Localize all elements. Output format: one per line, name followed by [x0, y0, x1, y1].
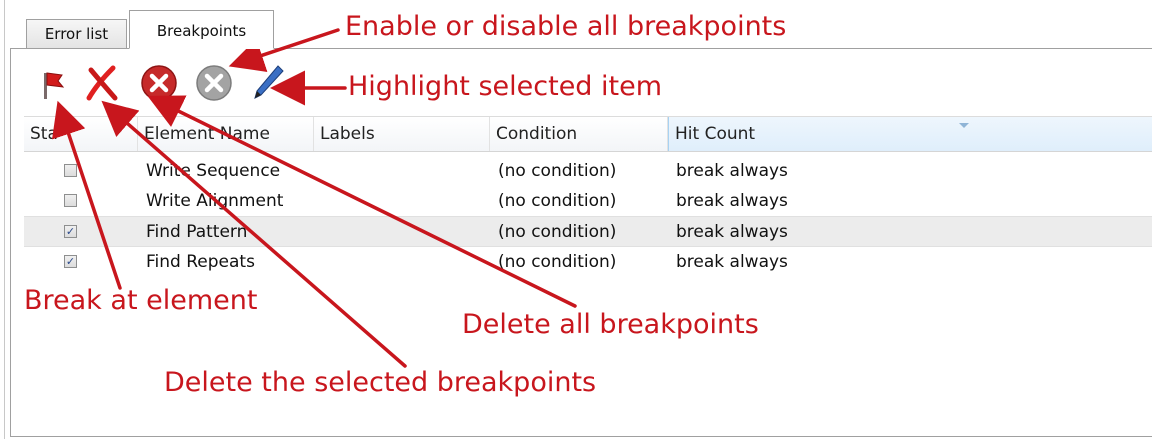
arrow-delete-all [147, 95, 577, 308]
callout-enable-disable: Enable or disable all breakpoints [345, 11, 787, 42]
callout-highlight: Highlight selected item [348, 71, 663, 102]
callout-break-at: Break at element [24, 285, 258, 316]
arrow-delete-selected [101, 100, 407, 368]
arrow-break-at [52, 100, 122, 290]
callout-delete-selected: Delete the selected breakpoints [164, 367, 597, 398]
tab-breakpoints[interactable]: Breakpoints [129, 10, 274, 49]
callout-delete-all: Delete all breakpoints [462, 309, 759, 340]
